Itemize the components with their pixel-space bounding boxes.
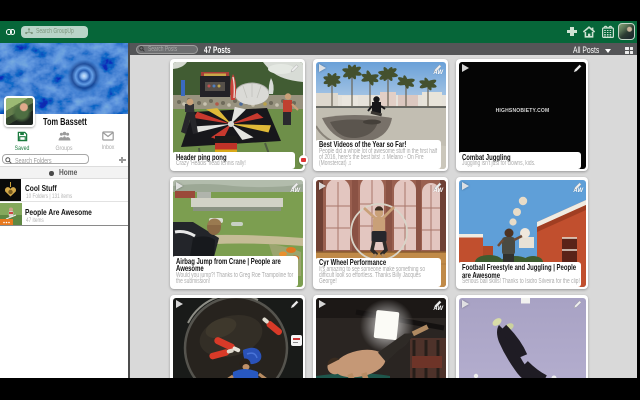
svg-text:HIGHSNOBIETY.COM: HIGHSNOBIETY.COM bbox=[495, 108, 549, 114]
